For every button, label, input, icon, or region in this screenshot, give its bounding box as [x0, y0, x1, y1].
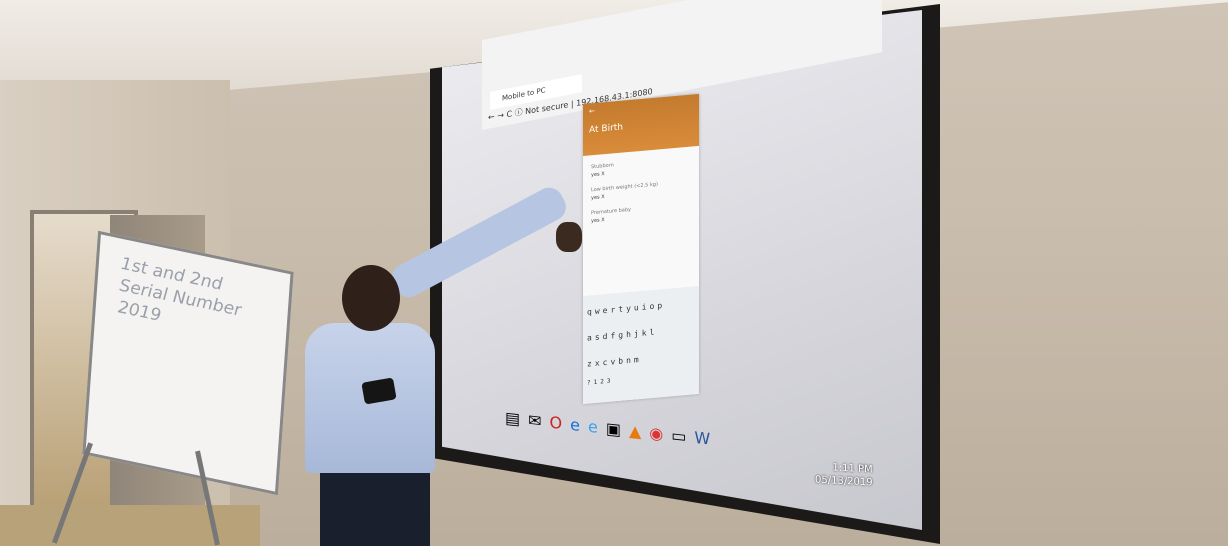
- edge-icon: e: [570, 414, 588, 436]
- store-icon: ▣: [605, 418, 629, 441]
- on-screen-keyboard: qwertyuiop asdfghjkl zxcvbnm ?123: [583, 285, 699, 404]
- photo-scene: 1st and 2nd Serial Number 2019 Mobile to…: [0, 0, 1228, 546]
- flipchart: 1st and 2nd Serial Number 2019: [82, 230, 294, 496]
- floor: [0, 505, 260, 546]
- presenter-trousers: [320, 463, 430, 546]
- presenter-hand: [556, 222, 582, 252]
- vlc-icon: ▲: [628, 421, 650, 443]
- mirrored-phone-screen: ← At Birth Stubborn yes X Low birth weig…: [583, 93, 699, 404]
- terminal-icon: ▭: [671, 425, 695, 447]
- presenter-head: [342, 265, 400, 331]
- taskbar-clock: 1:11 PM 05/13/2019: [815, 460, 873, 489]
- opera-icon: O: [549, 412, 571, 434]
- presenter: [300, 265, 440, 546]
- app-header: ← At Birth: [583, 93, 699, 156]
- word-icon: W: [694, 427, 719, 450]
- file-explorer-icon: ▤: [505, 408, 529, 430]
- mail-icon: ✉: [528, 410, 550, 432]
- ie-icon: e: [587, 416, 606, 438]
- flipchart-writing: 1st and 2nd Serial Number 2019: [117, 253, 243, 344]
- chrome-icon: ◉: [649, 423, 672, 445]
- app-title: At Birth: [589, 122, 623, 136]
